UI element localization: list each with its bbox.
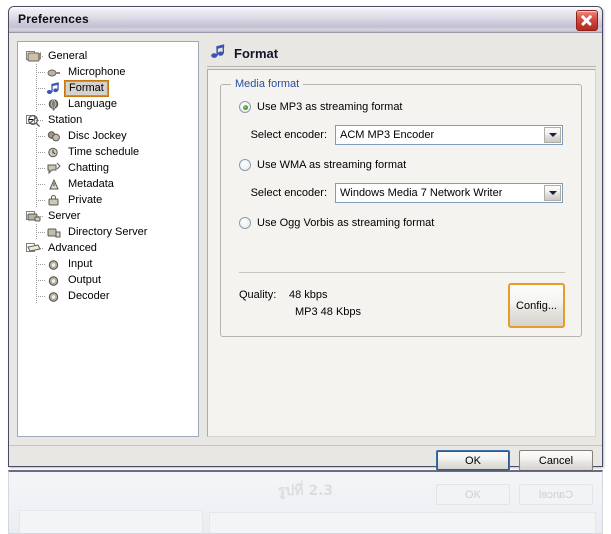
output-icon — [46, 273, 62, 288]
config-button[interactable]: Config... — [508, 283, 565, 328]
clock-icon — [46, 145, 62, 160]
quality-value: 48 kbps — [289, 287, 328, 304]
ghost-tree-panel — [19, 510, 203, 534]
metadata-icon — [46, 177, 62, 192]
ghost-dialog-reflection: OK Cancel — [8, 470, 603, 534]
dialog-body: GeneralMicrophoneFormatLanguageStationDi… — [9, 33, 602, 466]
group-title: Media format — [231, 78, 303, 90]
tree-item-label: Microphone — [66, 64, 127, 80]
chevron-down-icon[interactable] — [544, 127, 561, 143]
tree-item-label: Output — [66, 272, 103, 288]
music-note-icon — [46, 81, 62, 96]
tree-item-directory-server[interactable]: Directory Server — [18, 224, 198, 240]
directory-icon — [46, 225, 62, 240]
ghost-ok-button: OK — [436, 484, 510, 505]
mp3-encoder-row: Select encoder: ACM MP3 Encoder — [239, 125, 563, 145]
tree-item-microphone[interactable]: Microphone — [18, 64, 198, 80]
cancel-button[interactable]: Cancel — [519, 450, 593, 471]
chat-icon — [46, 161, 62, 176]
tree-item-chatting[interactable]: Chatting — [18, 160, 198, 176]
footer-divider — [9, 445, 602, 446]
quality-info: Quality: 48 kbps MP3 48 Kbps — [239, 287, 361, 321]
tree-item-label: Server — [46, 208, 82, 224]
radio-use-ogg-vorbis[interactable]: Use Ogg Vorbis as streaming format — [239, 217, 434, 229]
header-divider — [207, 66, 596, 67]
tree-item-server[interactable]: Server — [18, 208, 198, 224]
private-icon — [46, 193, 62, 208]
tree-item-label: Metadata — [66, 176, 116, 192]
ghost-cancel-button: Cancel — [519, 484, 593, 505]
ok-button[interactable]: OK — [436, 450, 510, 471]
radio-label: Use Ogg Vorbis as streaming format — [257, 217, 434, 229]
tree-item-output[interactable]: Output — [18, 272, 198, 288]
radio-indicator — [239, 101, 251, 113]
input-icon — [46, 257, 62, 272]
wma-encoder-label: Select encoder: — [239, 187, 327, 199]
preferences-dialog: Preferences GeneralMicrophoneFormatLangu… — [8, 6, 603, 467]
window-title: Preferences — [18, 12, 89, 26]
tree-list: GeneralMicrophoneFormatLanguageStationDi… — [18, 42, 198, 304]
tree-item-disc-jockey[interactable]: Disc Jockey — [18, 128, 198, 144]
quality-label: Quality: — [239, 287, 289, 304]
tree-item-label: Chatting — [66, 160, 111, 176]
radio-indicator — [239, 217, 251, 229]
music-note-icon — [211, 44, 228, 62]
wma-encoder-select[interactable]: Windows Media 7 Network Writer — [335, 183, 563, 203]
radio-label: Use WMA as streaming format — [257, 159, 406, 171]
tree-item-language[interactable]: Language — [18, 96, 198, 112]
radio-indicator — [239, 159, 251, 171]
antenna-icon — [26, 113, 42, 128]
wma-encoder-value: Windows Media 7 Network Writer — [336, 187, 502, 199]
media-format-group: Media format Use MP3 as streaming format… — [220, 84, 582, 337]
content-panel: Media format Use MP3 as streaming format… — [207, 69, 596, 437]
tree-item-label: Private — [66, 192, 104, 208]
tree-item-format[interactable]: Format — [18, 80, 198, 96]
wma-encoder-row: Select encoder: Windows Media 7 Network … — [239, 183, 563, 203]
settings-tree[interactable]: GeneralMicrophoneFormatLanguageStationDi… — [17, 41, 199, 437]
tree-item-label: Input — [66, 256, 94, 272]
close-icon[interactable] — [576, 10, 598, 31]
dj-icon — [46, 129, 62, 144]
radio-label: Use MP3 as streaming format — [257, 101, 403, 113]
radio-use-mp3[interactable]: Use MP3 as streaming format — [239, 101, 403, 113]
tree-item-label: Format — [65, 81, 108, 96]
tree-item-time-schedule[interactable]: Time schedule — [18, 144, 198, 160]
page-root: Preferences GeneralMicrophoneFormatLangu… — [0, 0, 611, 534]
tree-item-label: Time schedule — [66, 144, 141, 160]
group-divider — [239, 272, 565, 273]
page-title: Format — [234, 46, 278, 61]
mp3-encoder-value: ACM MP3 Encoder — [336, 129, 434, 141]
tree-item-label: Station — [46, 112, 84, 128]
tree-item-private[interactable]: Private — [18, 192, 198, 208]
tree-item-advanced[interactable]: Advanced — [18, 240, 198, 256]
radio-use-wma[interactable]: Use WMA as streaming format — [239, 159, 406, 171]
general-icon — [26, 49, 42, 64]
microphone-icon — [46, 65, 62, 80]
tree-item-station[interactable]: Station — [18, 112, 198, 128]
chevron-down-icon[interactable] — [544, 185, 561, 201]
tree-item-label: Decoder — [66, 288, 112, 304]
tree-item-decoder[interactable]: Decoder — [18, 288, 198, 304]
server-icon — [26, 209, 42, 224]
tree-item-label: General — [46, 48, 89, 64]
content-header: Format — [207, 41, 596, 65]
mp3-encoder-label: Select encoder: — [239, 129, 327, 141]
tree-item-general[interactable]: General — [18, 48, 198, 64]
globe-icon — [46, 97, 62, 112]
tree-item-label: Disc Jockey — [66, 128, 129, 144]
advanced-icon — [26, 241, 42, 256]
tree-item-label: Directory Server — [66, 224, 149, 240]
title-bar: Preferences — [9, 7, 602, 33]
decoder-icon — [46, 289, 62, 304]
ghost-content-panel — [209, 512, 596, 534]
tree-item-metadata[interactable]: Metadata — [18, 176, 198, 192]
tree-item-label: Advanced — [46, 240, 99, 256]
mp3-encoder-select[interactable]: ACM MP3 Encoder — [335, 125, 563, 145]
quality-detail: MP3 48 Kbps — [239, 304, 361, 321]
tree-item-input[interactable]: Input — [18, 256, 198, 272]
tree-item-label: Language — [66, 96, 119, 112]
